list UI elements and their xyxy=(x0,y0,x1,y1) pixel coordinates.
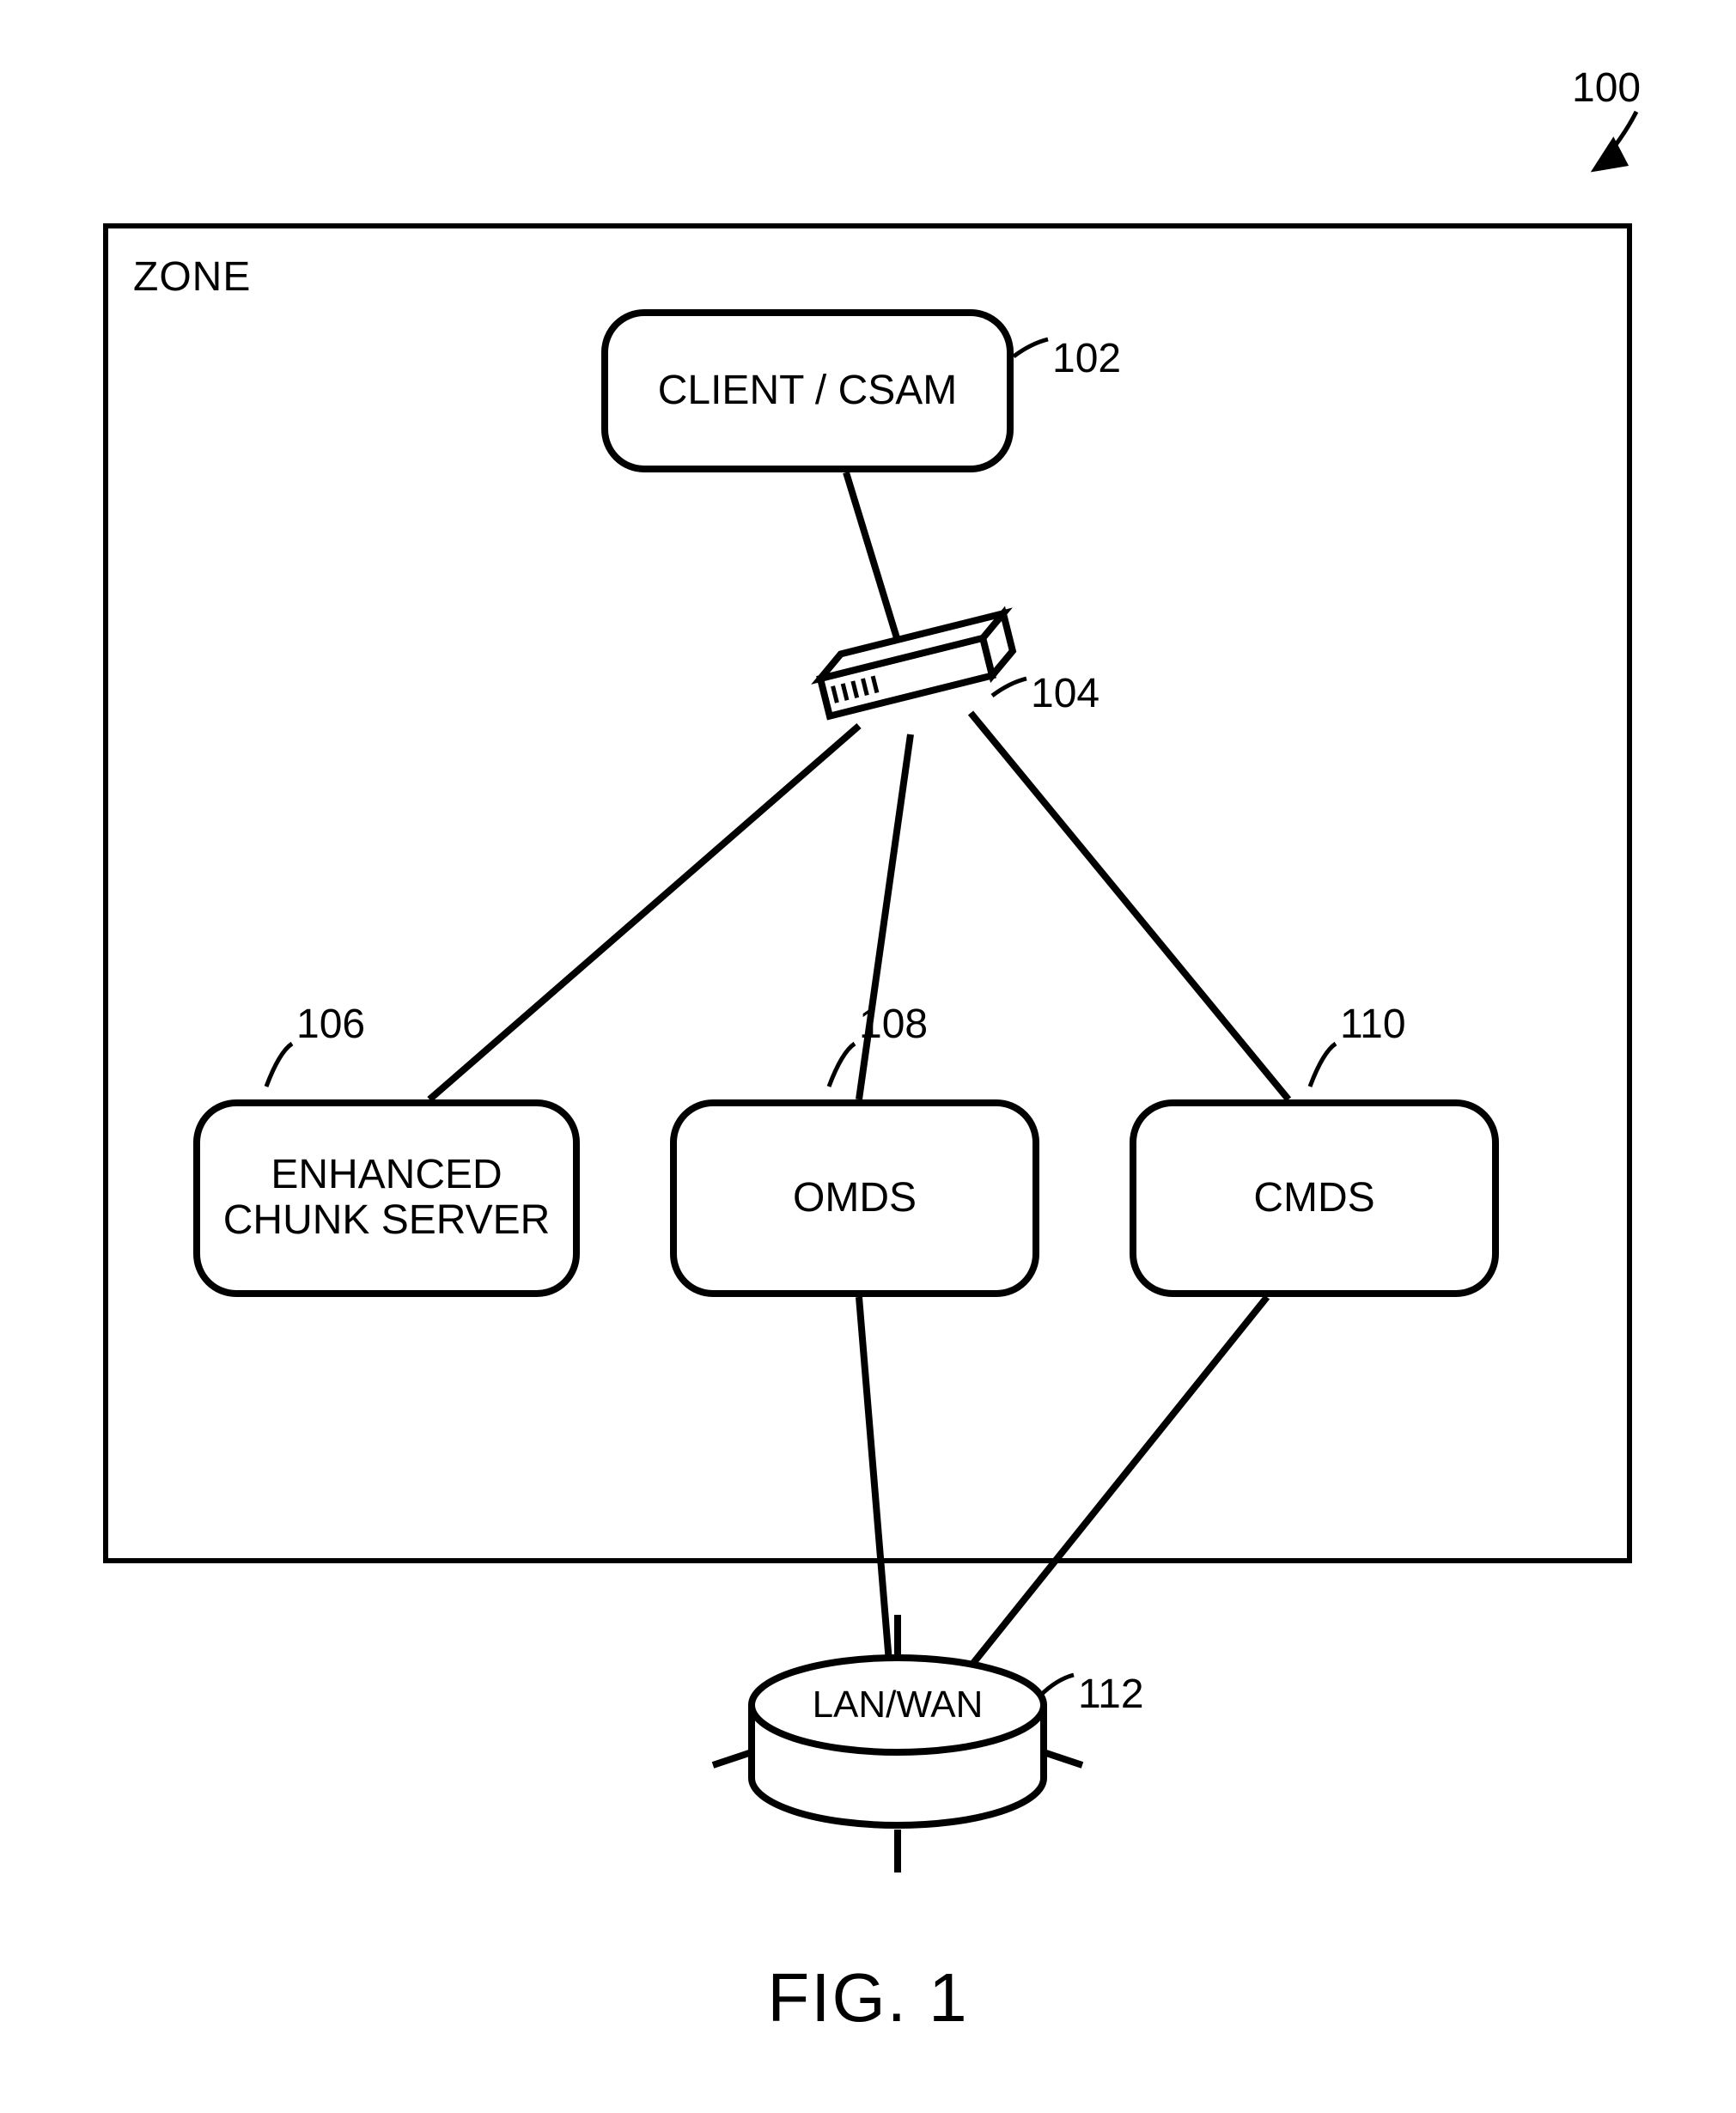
ref-110: 110 xyxy=(1340,1001,1406,1048)
ref-100-arrow xyxy=(1598,112,1636,167)
client-csam-label: CLIENT / CSAM xyxy=(658,368,958,414)
ref-104: 104 xyxy=(1031,670,1099,717)
cmds-node: CMDS xyxy=(1130,1099,1499,1297)
ref-112: 112 xyxy=(1078,1671,1144,1718)
figure-caption: FIG. 1 xyxy=(0,1958,1736,2037)
cmds-label: CMDS xyxy=(1253,1176,1374,1221)
ref-106: 106 xyxy=(296,1001,365,1048)
zone-label: ZONE xyxy=(133,253,251,301)
leader-112 xyxy=(1039,1675,1074,1696)
lanwan-icon xyxy=(713,1615,1082,1872)
ref-108: 108 xyxy=(859,1001,928,1048)
ref-100: 100 xyxy=(1572,64,1641,112)
omds-label: OMDS xyxy=(793,1176,917,1221)
enhanced-chunk-server-label: ENHANCED CHUNK SERVER xyxy=(223,1153,551,1244)
ref-102: 102 xyxy=(1052,335,1121,382)
lanwan-label: LAN/WAN xyxy=(752,1684,1044,1726)
enhanced-chunk-server-node: ENHANCED CHUNK SERVER xyxy=(193,1099,580,1297)
client-csam-node: CLIENT / CSAM xyxy=(601,309,1014,472)
omds-node: OMDS xyxy=(670,1099,1039,1297)
diagram-canvas: ZONE CLIENT / CSAM ENHANCED CHUNK SERVER… xyxy=(0,0,1736,2113)
